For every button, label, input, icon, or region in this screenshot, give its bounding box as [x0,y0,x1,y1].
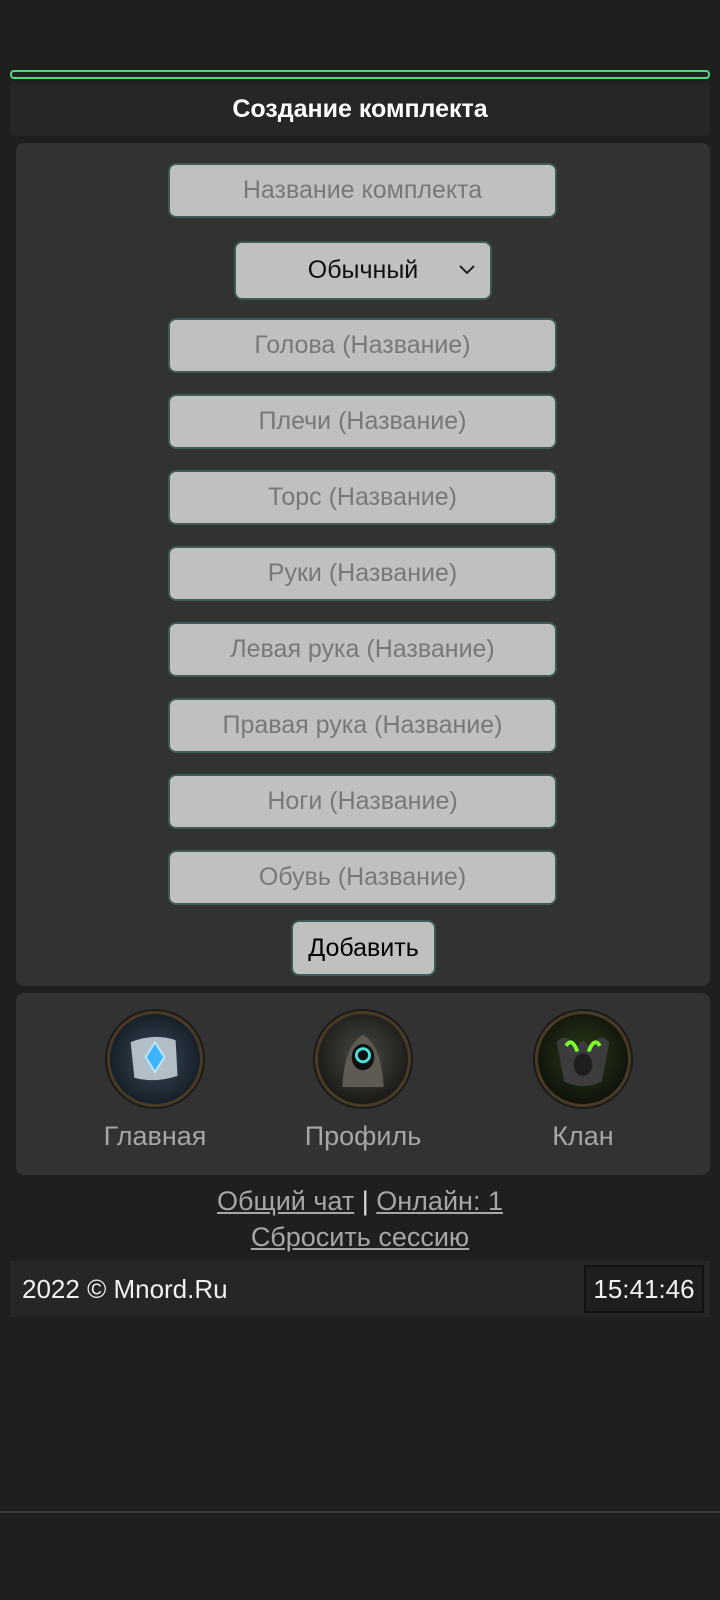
nav-label-profile: Профиль [304,1121,422,1151]
nav-label-home: Главная [103,1121,207,1151]
legs-input[interactable] [168,774,557,829]
hands-input[interactable] [168,546,557,601]
nav-item-clan[interactable]: Клан [498,1011,668,1161]
progress-bar [10,70,710,79]
footer-links: Общий чат | Онлайн: 1 Сбросить сессию [0,1183,720,1255]
head-input[interactable] [168,318,557,373]
right-hand-input[interactable] [168,698,557,753]
chevron-down-icon [459,265,475,275]
clock: 15:41:46 [584,1265,704,1313]
hooded-figure-icon [315,1011,411,1107]
rarity-select[interactable]: Обычный [234,241,492,300]
online-link[interactable]: Онлайн: 1 [376,1186,503,1216]
chat-link[interactable]: Общий чат [217,1186,354,1216]
scroll-crystal-icon [107,1011,203,1107]
nav-item-profile[interactable]: Профиль [278,1011,448,1161]
title-bar: Создание комплекта [10,83,710,136]
nav-label-clan: Клан [552,1121,614,1151]
reset-session-link[interactable]: Сбросить сессию [251,1222,469,1252]
divider [0,1511,720,1513]
shoulders-input[interactable] [168,394,557,449]
set-name-input[interactable] [168,163,557,218]
boots-input[interactable] [168,850,557,905]
torso-input[interactable] [168,470,557,525]
green-demon-icon [535,1011,631,1107]
set-form-panel: Обычный Добавить [16,143,710,986]
add-button[interactable]: Добавить [291,920,436,976]
bottom-nav: Главная Профиль Клан [16,993,710,1175]
nav-item-home[interactable]: Главная [70,1011,240,1161]
page: Создание комплекта Обычный Добавить [0,0,720,1600]
page-title: Создание комплекта [232,95,488,123]
link-separator: | [361,1186,369,1216]
rarity-select-value: Обычный [307,256,419,284]
copyright: 2022 © Mnord.Ru [22,1273,228,1304]
footer: 2022 © Mnord.Ru 15:41:46 [10,1261,710,1317]
left-hand-input[interactable] [168,622,557,677]
